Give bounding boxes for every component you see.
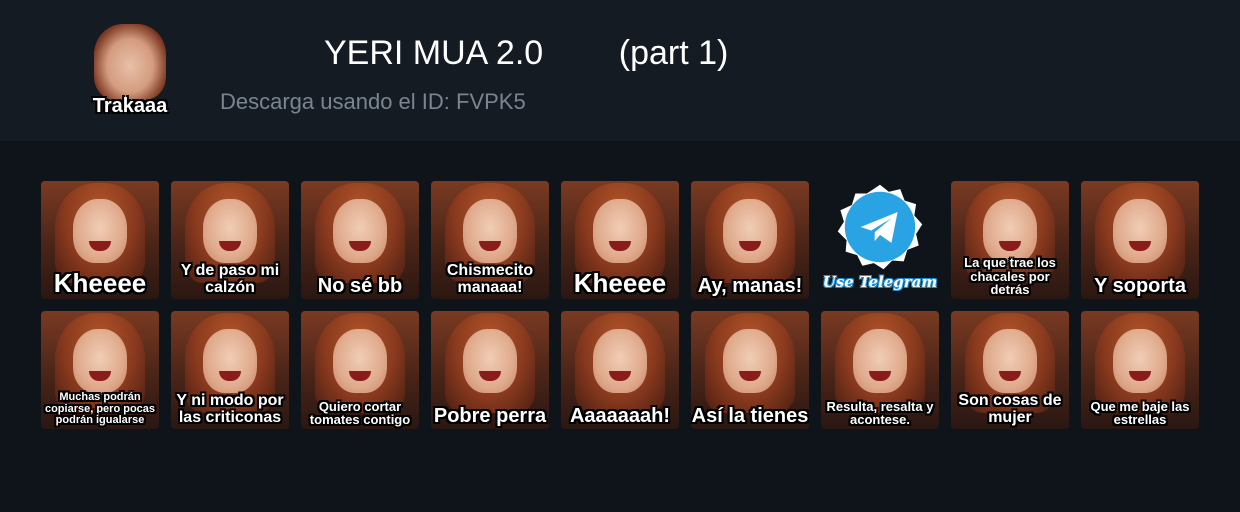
- sticker-item[interactable]: No sé bb: [301, 181, 419, 299]
- sticker-item[interactable]: Pobre perra: [431, 311, 549, 429]
- sticker-face-image: [1113, 199, 1167, 263]
- sticker-face-image: [1113, 329, 1167, 393]
- sticker-caption: Y ni modo por las criticonas: [176, 392, 284, 427]
- sticker-caption: Y soporta: [1094, 275, 1186, 297]
- sticker-caption: Así la tienes: [691, 405, 809, 427]
- sticker-caption: Son cosas de mujer: [958, 392, 1062, 427]
- sticker-caption: Y de paso mi calzón: [180, 262, 280, 297]
- sticker-item[interactable]: Son cosas de mujer: [951, 311, 1069, 429]
- pack-thumbnail: Trakaaa: [82, 22, 178, 118]
- sticker-face-image: [333, 329, 387, 393]
- thumbnail-caption: Trakaaa: [92, 95, 168, 117]
- sticker-item[interactable]: Muchas podrán copiarse, pero pocas podrá…: [41, 311, 159, 429]
- sticker-item[interactable]: La que trae los chacales por detrás: [951, 181, 1069, 299]
- sticker-item[interactable]: Resulta, resalta y acontese.: [821, 311, 939, 429]
- sticker-caption: Aaaaaaah!: [569, 405, 671, 427]
- sticker-item[interactable]: Kheeee: [41, 181, 159, 299]
- sticker-face-image: [983, 329, 1037, 393]
- sticker-face-image: [593, 329, 647, 393]
- sticker-caption: Resulta, resalta y acontese.: [826, 398, 934, 428]
- sticker-caption: Ay, manas!: [697, 275, 803, 297]
- sticker-face-image: [853, 329, 907, 393]
- sticker-item[interactable]: Aaaaaaah!: [561, 311, 679, 429]
- sticker-face-image: [73, 329, 127, 393]
- sticker-caption: Kheeee: [53, 267, 147, 298]
- sticker-caption: Quiero cortar tomates contigo: [309, 398, 411, 428]
- sticker-item[interactable]: Y soporta: [1081, 181, 1199, 299]
- sticker-item[interactable]: Así la tienes: [691, 311, 809, 429]
- sticker-face-image: [333, 199, 387, 263]
- sticker-item[interactable]: Chismecito manaaa!: [431, 181, 549, 299]
- sticker-item[interactable]: Ay, manas!: [691, 181, 809, 299]
- sticker-face-image: [203, 329, 257, 393]
- sticker-face-image: [723, 329, 777, 393]
- sticker-caption: Use Telegram: [822, 273, 938, 291]
- sticker-caption: Que me baje las estrellas: [1090, 398, 1190, 428]
- sticker-face-image: [73, 199, 127, 263]
- sticker-caption: Muchas podrán copiarse, pero pocas podrá…: [44, 391, 156, 427]
- sticker-caption: Chismecito manaaa!: [446, 262, 534, 297]
- sticker-face-image: [463, 329, 517, 393]
- sticker-face-image: [723, 199, 777, 263]
- sticker-item[interactable]: Que me baje las estrellas: [1081, 311, 1199, 429]
- sticker-face-image: [593, 199, 647, 263]
- telegram-badge-icon: [837, 184, 923, 270]
- sticker-face-image: [463, 199, 517, 263]
- sticker-caption: Kheeee: [573, 267, 667, 298]
- sticker-caption: La que trae los chacales por detrás: [964, 255, 1056, 298]
- pack-header: Trakaaa YERI MUA 2.0 (part 1) Descarga u…: [0, 0, 1240, 141]
- sticker-caption: No sé bb: [317, 275, 403, 297]
- sticker-item[interactable]: Y ni modo por las criticonas: [171, 311, 289, 429]
- sticker-item[interactable]: Quiero cortar tomates contigo: [301, 311, 419, 429]
- pack-title: YERI MUA 2.0 (part 1): [324, 34, 729, 72]
- sticker-item[interactable]: Kheeee: [561, 181, 679, 299]
- sticker-item[interactable]: Y de paso mi calzón: [171, 181, 289, 299]
- sticker-caption: Pobre perra: [433, 405, 547, 427]
- sticker-use-telegram[interactable]: Use Telegram: [821, 181, 939, 299]
- sticker-face-image: [983, 199, 1037, 263]
- sticker-face-image: [203, 199, 257, 263]
- download-id-text: Descarga usando el ID: FVPK5: [220, 89, 526, 114]
- thumbnail-face-image: [94, 24, 166, 100]
